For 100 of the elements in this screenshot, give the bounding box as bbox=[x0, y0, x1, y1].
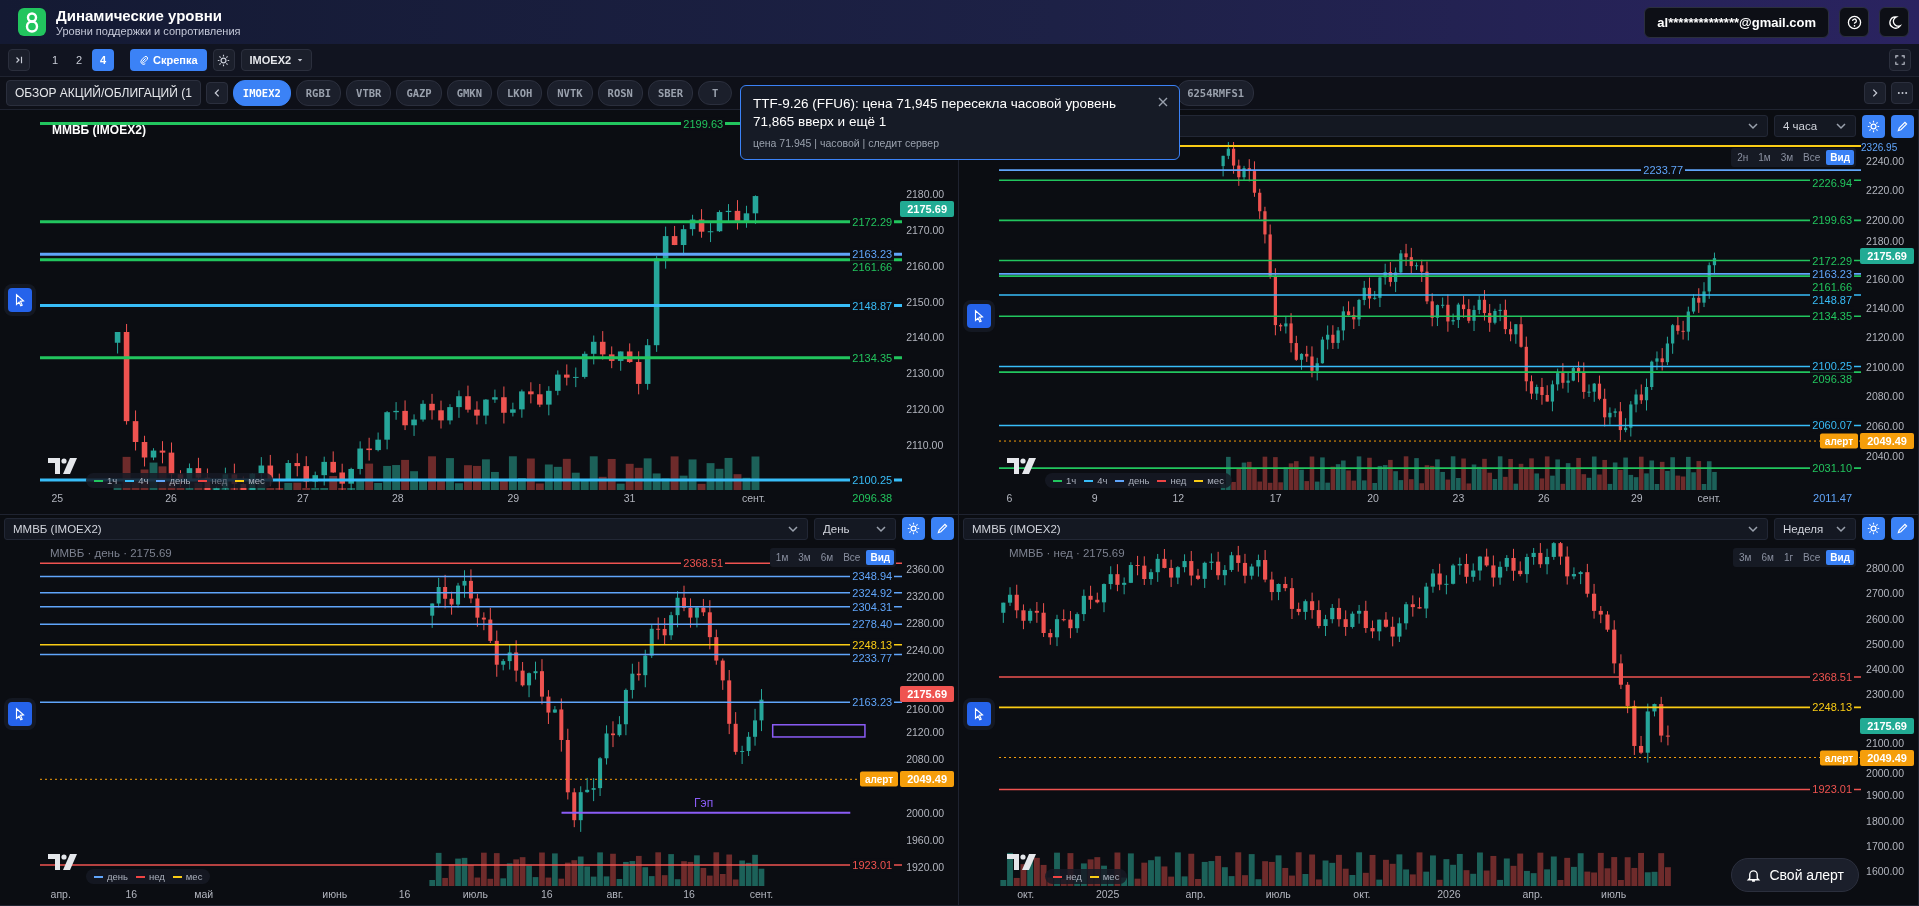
level-label: 2148.87 bbox=[850, 299, 895, 313]
notification-title: TTF-9.26 (FFU6): цена 71,945 пересекла часовой уровень 71,865 вверх и ещё 1 bbox=[753, 95, 1118, 131]
range-button[interactable]: Вид bbox=[866, 550, 895, 565]
legend-label[interactable]: мес bbox=[248, 475, 265, 486]
symbol-select[interactable]: ММВБ (IMOEX2) bbox=[963, 517, 1768, 540]
level-label: 2326.95 bbox=[1861, 141, 1898, 153]
range-button[interactable]: 3м bbox=[794, 550, 815, 565]
axis-label: 2800.00 bbox=[1866, 562, 1905, 574]
level-label: 2011.47 bbox=[1812, 491, 1854, 505]
timeframe-select[interactable]: Неделя bbox=[1774, 517, 1856, 540]
axis-label: 2080.00 bbox=[1866, 390, 1905, 403]
range-button[interactable]: 3м bbox=[1776, 150, 1798, 165]
price-badge: 2175.69 bbox=[900, 685, 955, 702]
ticker-tab[interactable]: GAZP bbox=[396, 80, 442, 106]
range-button[interactable]: Вид bbox=[1826, 550, 1855, 565]
range-button[interactable]: 1г bbox=[1779, 550, 1798, 565]
ticker-tab[interactable]: LKOH bbox=[497, 80, 543, 106]
axis-label: 2200.00 bbox=[1866, 213, 1905, 226]
axis-label: 2040.00 bbox=[1866, 450, 1905, 463]
level-label: 2031.10 bbox=[1810, 461, 1855, 475]
axis-label: 2000.00 bbox=[906, 806, 945, 819]
axis-label: авг. bbox=[606, 888, 624, 900]
level-label: 2096.38 bbox=[1810, 372, 1855, 386]
ticker-tab[interactable]: GMKN bbox=[446, 80, 492, 106]
legend-label[interactable]: день bbox=[169, 475, 191, 486]
axis-label: 31 bbox=[623, 492, 636, 504]
level-label: 2226.94 bbox=[1810, 176, 1855, 190]
legend-label[interactable]: 4ч bbox=[138, 475, 149, 486]
layout-tab[interactable]: 1 bbox=[44, 49, 66, 71]
axis-label: 2180.00 bbox=[906, 188, 945, 200]
range-button[interactable]: 2н bbox=[1733, 150, 1753, 165]
axis-label: 2360.00 bbox=[906, 563, 945, 575]
layout-tab[interactable]: 2 bbox=[68, 49, 90, 71]
level-label: 2163.23 bbox=[1810, 267, 1855, 281]
ticker-tab[interactable]: IMOEX2 bbox=[232, 80, 291, 106]
watchlist-select[interactable]: ОБЗОР АКЦИЙ/ОБЛИГАЦИЙ (1 bbox=[6, 80, 201, 106]
legend-label[interactable]: 1ч bbox=[1065, 475, 1077, 486]
price-badge: 2175.69 bbox=[900, 201, 955, 218]
ticker-tab[interactable]: ROSN bbox=[597, 80, 643, 106]
axis-label: 2400.00 bbox=[1866, 663, 1905, 675]
level-label: 2134.35 bbox=[1810, 309, 1855, 323]
axis-label: 9 bbox=[1091, 492, 1098, 504]
ticker-tab[interactable]: 6254RMFS1 bbox=[1177, 80, 1255, 106]
range-button[interactable]: 6м bbox=[816, 550, 838, 565]
timeframe-select[interactable]: 4 часа bbox=[1774, 115, 1856, 137]
axis-label: 2060.00 bbox=[1866, 419, 1905, 432]
range-button[interactable]: 1м bbox=[771, 550, 793, 565]
level-label: 2060.07 bbox=[1810, 419, 1855, 432]
legend-label[interactable]: мес bbox=[1102, 871, 1120, 882]
range-button[interactable]: 3м bbox=[1735, 550, 1756, 565]
symbol-select[interactable]: IMOEX2 bbox=[240, 49, 313, 71]
axis-label: 29 bbox=[507, 492, 520, 504]
level-label: 2233.77 bbox=[1641, 163, 1686, 177]
alert-price-badge: 2049.49 bbox=[1860, 749, 1915, 766]
legend-label[interactable]: 4ч bbox=[1097, 475, 1108, 486]
ticker-tab[interactable]: SBER bbox=[647, 80, 694, 106]
legend-label[interactable]: нед bbox=[1065, 871, 1082, 882]
axis-label: 2120.00 bbox=[906, 403, 945, 416]
legend-label[interactable]: 1ч bbox=[106, 475, 118, 486]
level-label: 2172.29 bbox=[1810, 254, 1855, 268]
axis-label: окт. bbox=[1017, 888, 1035, 900]
axis-label: 1920.00 bbox=[906, 861, 945, 873]
legend-label[interactable]: нед bbox=[1170, 475, 1187, 486]
ticker-tab[interactable]: NVTK bbox=[547, 80, 593, 106]
legend-label[interactable]: мес bbox=[1207, 475, 1224, 486]
legend-label[interactable]: день bbox=[1128, 475, 1150, 486]
axis-label: 2300.00 bbox=[1866, 688, 1905, 701]
price-badge: 2175.69 bbox=[1860, 247, 1915, 264]
level-label: 1923.01 bbox=[850, 858, 895, 872]
ticker-tab[interactable]: VTBR bbox=[346, 80, 392, 106]
axis-label: 1800.00 bbox=[1866, 814, 1905, 827]
clip-button[interactable]: Скрепка bbox=[130, 49, 207, 71]
axis-label: 2100.00 bbox=[1866, 360, 1905, 373]
axis-label: 16 bbox=[398, 888, 411, 900]
legend-label[interactable]: мес bbox=[185, 871, 203, 882]
range-button[interactable]: 1м bbox=[1754, 150, 1775, 165]
account-email[interactable]: al**************@gmail.com bbox=[1644, 6, 1829, 38]
layout-tab[interactable]: 4 bbox=[92, 49, 114, 71]
axis-label: 1700.00 bbox=[1866, 839, 1905, 852]
range-button[interactable]: Все bbox=[1799, 550, 1825, 565]
range-button[interactable]: Вид bbox=[1826, 150, 1855, 165]
app-title: Динамические уровни bbox=[56, 7, 224, 24]
axis-label: 2140.00 bbox=[906, 331, 945, 344]
axis-label: 2200.00 bbox=[906, 671, 945, 684]
ticker-tab[interactable]: T bbox=[698, 81, 733, 105]
legend-label[interactable]: нед bbox=[211, 475, 228, 486]
legend-label[interactable]: нед bbox=[148, 871, 165, 882]
timeframe-select[interactable]: День bbox=[814, 517, 896, 540]
range-button[interactable]: Все bbox=[1799, 150, 1825, 165]
level-label: 2100.25 bbox=[850, 473, 895, 487]
legend-label[interactable]: день bbox=[106, 871, 128, 882]
symbol-select[interactable]: ММВБ (IMOEX2) bbox=[4, 517, 808, 540]
axis-label: 16 bbox=[683, 888, 695, 900]
range-button[interactable]: 6м bbox=[1757, 550, 1778, 565]
axis-label: 2130.00 bbox=[906, 367, 945, 380]
range-button[interactable]: Все bbox=[839, 550, 865, 565]
axis-label: 2080.00 bbox=[906, 752, 945, 765]
custom-alert-button[interactable]: Свой алерт bbox=[1731, 858, 1859, 892]
ticker-tab[interactable]: RGBI bbox=[295, 80, 342, 106]
axis-label: 2120.00 bbox=[1866, 331, 1905, 344]
